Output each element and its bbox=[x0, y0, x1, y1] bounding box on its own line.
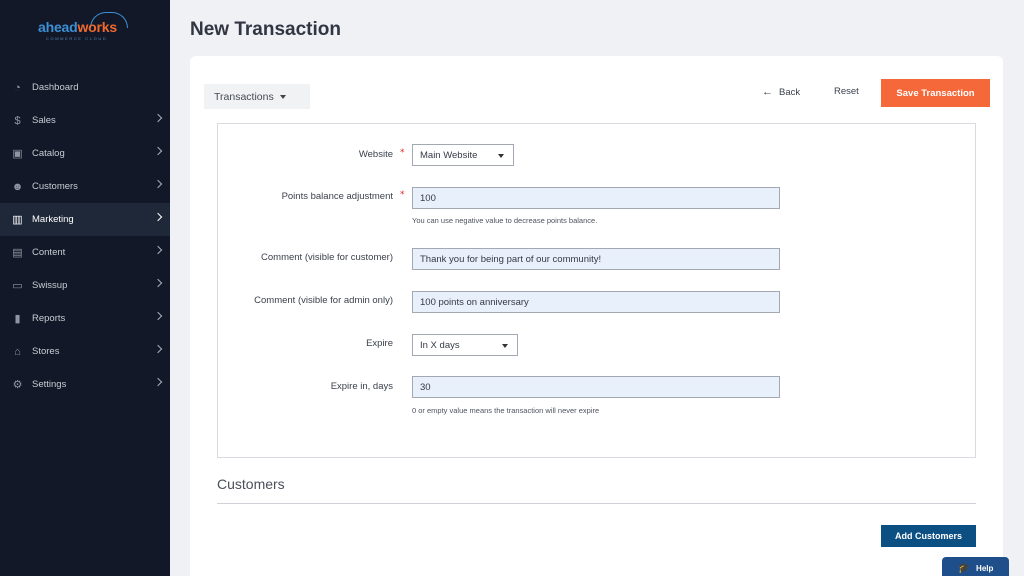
add-customers-button[interactable]: Add Customers bbox=[881, 525, 976, 547]
required-marker: * bbox=[400, 190, 405, 200]
sidebar-item-swissup[interactable]: ▭ Swissup bbox=[0, 269, 170, 302]
expire-select-value: In X days bbox=[420, 339, 460, 351]
chevron-right-icon bbox=[153, 146, 163, 156]
points-note: You can use negative value to decrease p… bbox=[412, 216, 598, 225]
transactions-dropdown[interactable]: Transactions bbox=[204, 84, 310, 109]
sidebar-item-stores[interactable]: ⌂ Stores bbox=[0, 335, 170, 368]
sidebar: aheadworks COMMERCE CLOUD ◔ Dashboard $ Sal… bbox=[0, 0, 170, 576]
graduation-cap-icon: 🎓 bbox=[957, 562, 971, 574]
back-button[interactable]: ← Back bbox=[762, 85, 800, 99]
transactions-dropdown-label: Transactions bbox=[214, 90, 274, 103]
save-transaction-button[interactable]: Save Transaction bbox=[881, 79, 990, 107]
sidebar-item-label: Reports bbox=[32, 313, 66, 324]
comment-admin-label: Comment (visible for admin only) bbox=[254, 295, 393, 306]
comment-customer-label: Comment (visible for customer) bbox=[261, 252, 393, 263]
sidebar-item-sales[interactable]: $ Sales bbox=[0, 104, 170, 137]
sidebar-item-label: Sales bbox=[32, 115, 56, 126]
page-title: New Transaction bbox=[190, 19, 341, 40]
expire-days-input[interactable]: 30 bbox=[412, 376, 780, 398]
sidebar-item-label: Content bbox=[32, 247, 66, 258]
layout-icon: ▤ bbox=[12, 247, 23, 259]
sidebar-item-settings[interactable]: ⚙ Settings bbox=[0, 368, 170, 401]
points-input[interactable]: 100 bbox=[412, 187, 780, 209]
logo-tagline: COMMERCE CLOUD bbox=[46, 36, 108, 41]
expire-days-note: 0 or empty value means the transaction w… bbox=[412, 406, 600, 415]
sidebar-item-label: Catalog bbox=[32, 148, 65, 159]
chevron-right-icon bbox=[153, 311, 163, 321]
transaction-form: Website * Main Website Points balance ad… bbox=[217, 123, 976, 458]
chevron-right-icon bbox=[153, 278, 163, 288]
help-button[interactable]: 🎓 Help bbox=[942, 557, 1009, 576]
back-button-label: Back bbox=[779, 86, 801, 98]
gear-icon: ⚙ bbox=[12, 379, 23, 391]
expire-select[interactable]: In X days bbox=[412, 334, 518, 356]
logo-text: aheadworks bbox=[38, 19, 117, 35]
comment-customer-input[interactable]: Thank you for being part of our communit… bbox=[412, 248, 780, 270]
chevron-right-icon bbox=[153, 344, 163, 354]
dollar-icon: $ bbox=[14, 114, 21, 127]
sidebar-item-content[interactable]: ▤ Content bbox=[0, 236, 170, 269]
sidebar-item-marketing[interactable]: ▥ Marketing bbox=[0, 203, 170, 236]
sidebar-item-label: Stores bbox=[32, 346, 60, 357]
users-icon: ☻ bbox=[11, 180, 24, 193]
comment-admin-input[interactable]: 100 points on anniversary bbox=[412, 291, 780, 313]
points-label: Points balance adjustment bbox=[281, 191, 393, 202]
sidebar-item-label: Settings bbox=[32, 379, 67, 390]
sidebar-item-dashboard[interactable]: ◔ Dashboard bbox=[0, 71, 170, 104]
help-button-label: Help bbox=[976, 563, 994, 573]
chevron-right-icon bbox=[153, 113, 163, 123]
website-select[interactable]: Main Website bbox=[412, 144, 514, 166]
reset-button[interactable]: Reset bbox=[834, 86, 859, 97]
transaction-card: Transactions ← Back Reset Save Transacti… bbox=[190, 56, 1003, 576]
box-icon: ▣ bbox=[12, 148, 23, 160]
sidebar-item-reports[interactable]: ▮ Reports bbox=[0, 302, 170, 335]
bar-chart-icon: ▥ bbox=[12, 214, 23, 226]
chevron-right-icon bbox=[153, 212, 163, 222]
expire-label: Expire bbox=[366, 338, 393, 349]
website-select-value: Main Website bbox=[420, 149, 478, 161]
caret-down-icon bbox=[498, 154, 504, 158]
logo[interactable]: aheadworks COMMERCE CLOUD bbox=[38, 12, 132, 42]
arrow-left-icon: ← bbox=[762, 86, 773, 98]
sidebar-nav: ◔ Dashboard $ Sales ▣ Catalog ☻ Customers ▥ Marke… bbox=[0, 71, 170, 401]
chevron-right-icon bbox=[153, 179, 163, 189]
swissup-icon: ▭ bbox=[12, 280, 23, 292]
dashboard-icon: ◔ bbox=[14, 81, 21, 94]
customers-section-title: Customers bbox=[217, 476, 285, 492]
reports-icon: ▮ bbox=[14, 313, 21, 325]
sidebar-item-customers[interactable]: ☻ Customers bbox=[0, 170, 170, 203]
chevron-right-icon bbox=[153, 245, 163, 255]
sidebar-item-label: Swissup bbox=[32, 280, 68, 291]
sidebar-item-label: Marketing bbox=[32, 214, 74, 225]
expire-days-label: Expire in, days bbox=[330, 381, 393, 392]
store-icon: ⌂ bbox=[14, 345, 21, 358]
caret-down-icon bbox=[279, 94, 286, 99]
customers-divider bbox=[217, 503, 976, 504]
sidebar-item-catalog[interactable]: ▣ Catalog bbox=[0, 137, 170, 170]
required-marker: * bbox=[400, 148, 405, 158]
chevron-right-icon bbox=[153, 377, 163, 387]
website-label: Website bbox=[358, 149, 393, 160]
sidebar-item-label: Dashboard bbox=[32, 82, 79, 93]
caret-down-icon bbox=[502, 344, 508, 348]
sidebar-item-label: Customers bbox=[32, 181, 78, 192]
